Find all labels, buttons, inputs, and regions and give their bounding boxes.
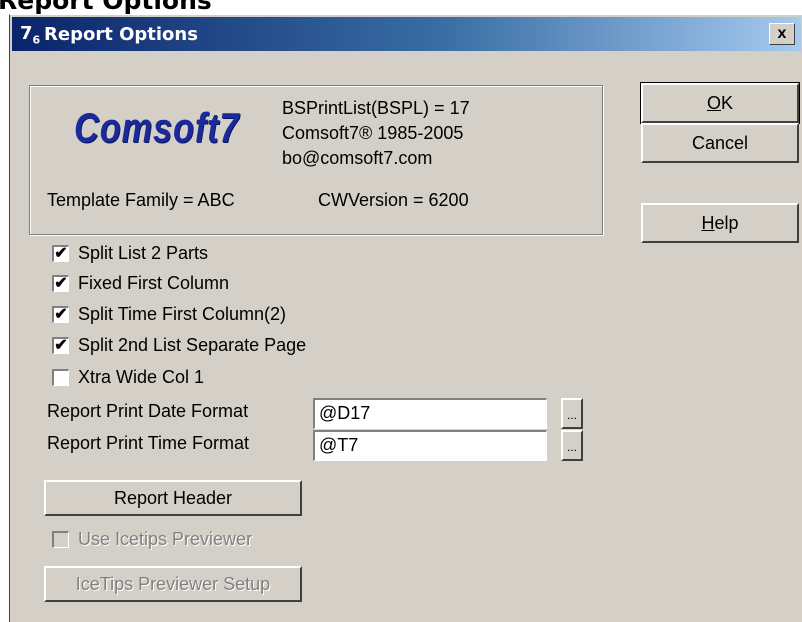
info-panel: Comsoft7 BSPrintList(BSPL) = 17 Comsoft7… [29, 85, 603, 235]
check-icon[interactable]: ✔ [52, 337, 69, 354]
report-options-dialog: 76 Report Options x Comsoft7 BSPrintList… [9, 14, 802, 622]
title-bar[interactable]: 76 Report Options x [12, 17, 801, 51]
time-format-lookup-button[interactable]: ... [561, 430, 583, 461]
close-button[interactable]: x [769, 23, 795, 45]
template-family: Template Family = ABC [47, 190, 235, 210]
checkbox-box[interactable] [52, 369, 69, 386]
time-format-label: Report Print Time Format [47, 433, 250, 453]
icetips-previewer-setup-button[interactable]: IceTips Previewer Setup [44, 566, 302, 602]
check-icon[interactable]: ✔ [52, 275, 69, 292]
date-format-label: Report Print Date Format [47, 401, 249, 421]
time-format-input[interactable]: @T7 [313, 430, 547, 461]
contact-email: bo@comsoft7.com [282, 148, 433, 168]
product-version: BSPrintList(BSPL) = 17 [282, 98, 470, 118]
cw-version: CWVersion = 6200 [318, 190, 469, 210]
window-title: Report Options [44, 24, 198, 45]
date-format-input[interactable]: @D17 [313, 398, 547, 429]
check-icon[interactable]: ✔ [52, 245, 69, 262]
comsoft7-logo: Comsoft7 [74, 104, 240, 151]
page-title: Report Options [0, 0, 212, 15]
ok-button[interactable]: OK [640, 82, 800, 124]
cancel-button[interactable]: Cancel [641, 123, 799, 163]
report-header-button[interactable]: Report Header [44, 480, 302, 516]
date-format-lookup-button[interactable]: ... [561, 398, 583, 429]
copyright: Comsoft7® 1985-2005 [282, 123, 464, 143]
checkbox-box[interactable] [52, 531, 69, 548]
close-icon: x [777, 25, 787, 42]
check-icon[interactable]: ✔ [52, 306, 69, 323]
help-button[interactable]: Help [641, 203, 799, 243]
app-icon: 76 [20, 23, 41, 47]
